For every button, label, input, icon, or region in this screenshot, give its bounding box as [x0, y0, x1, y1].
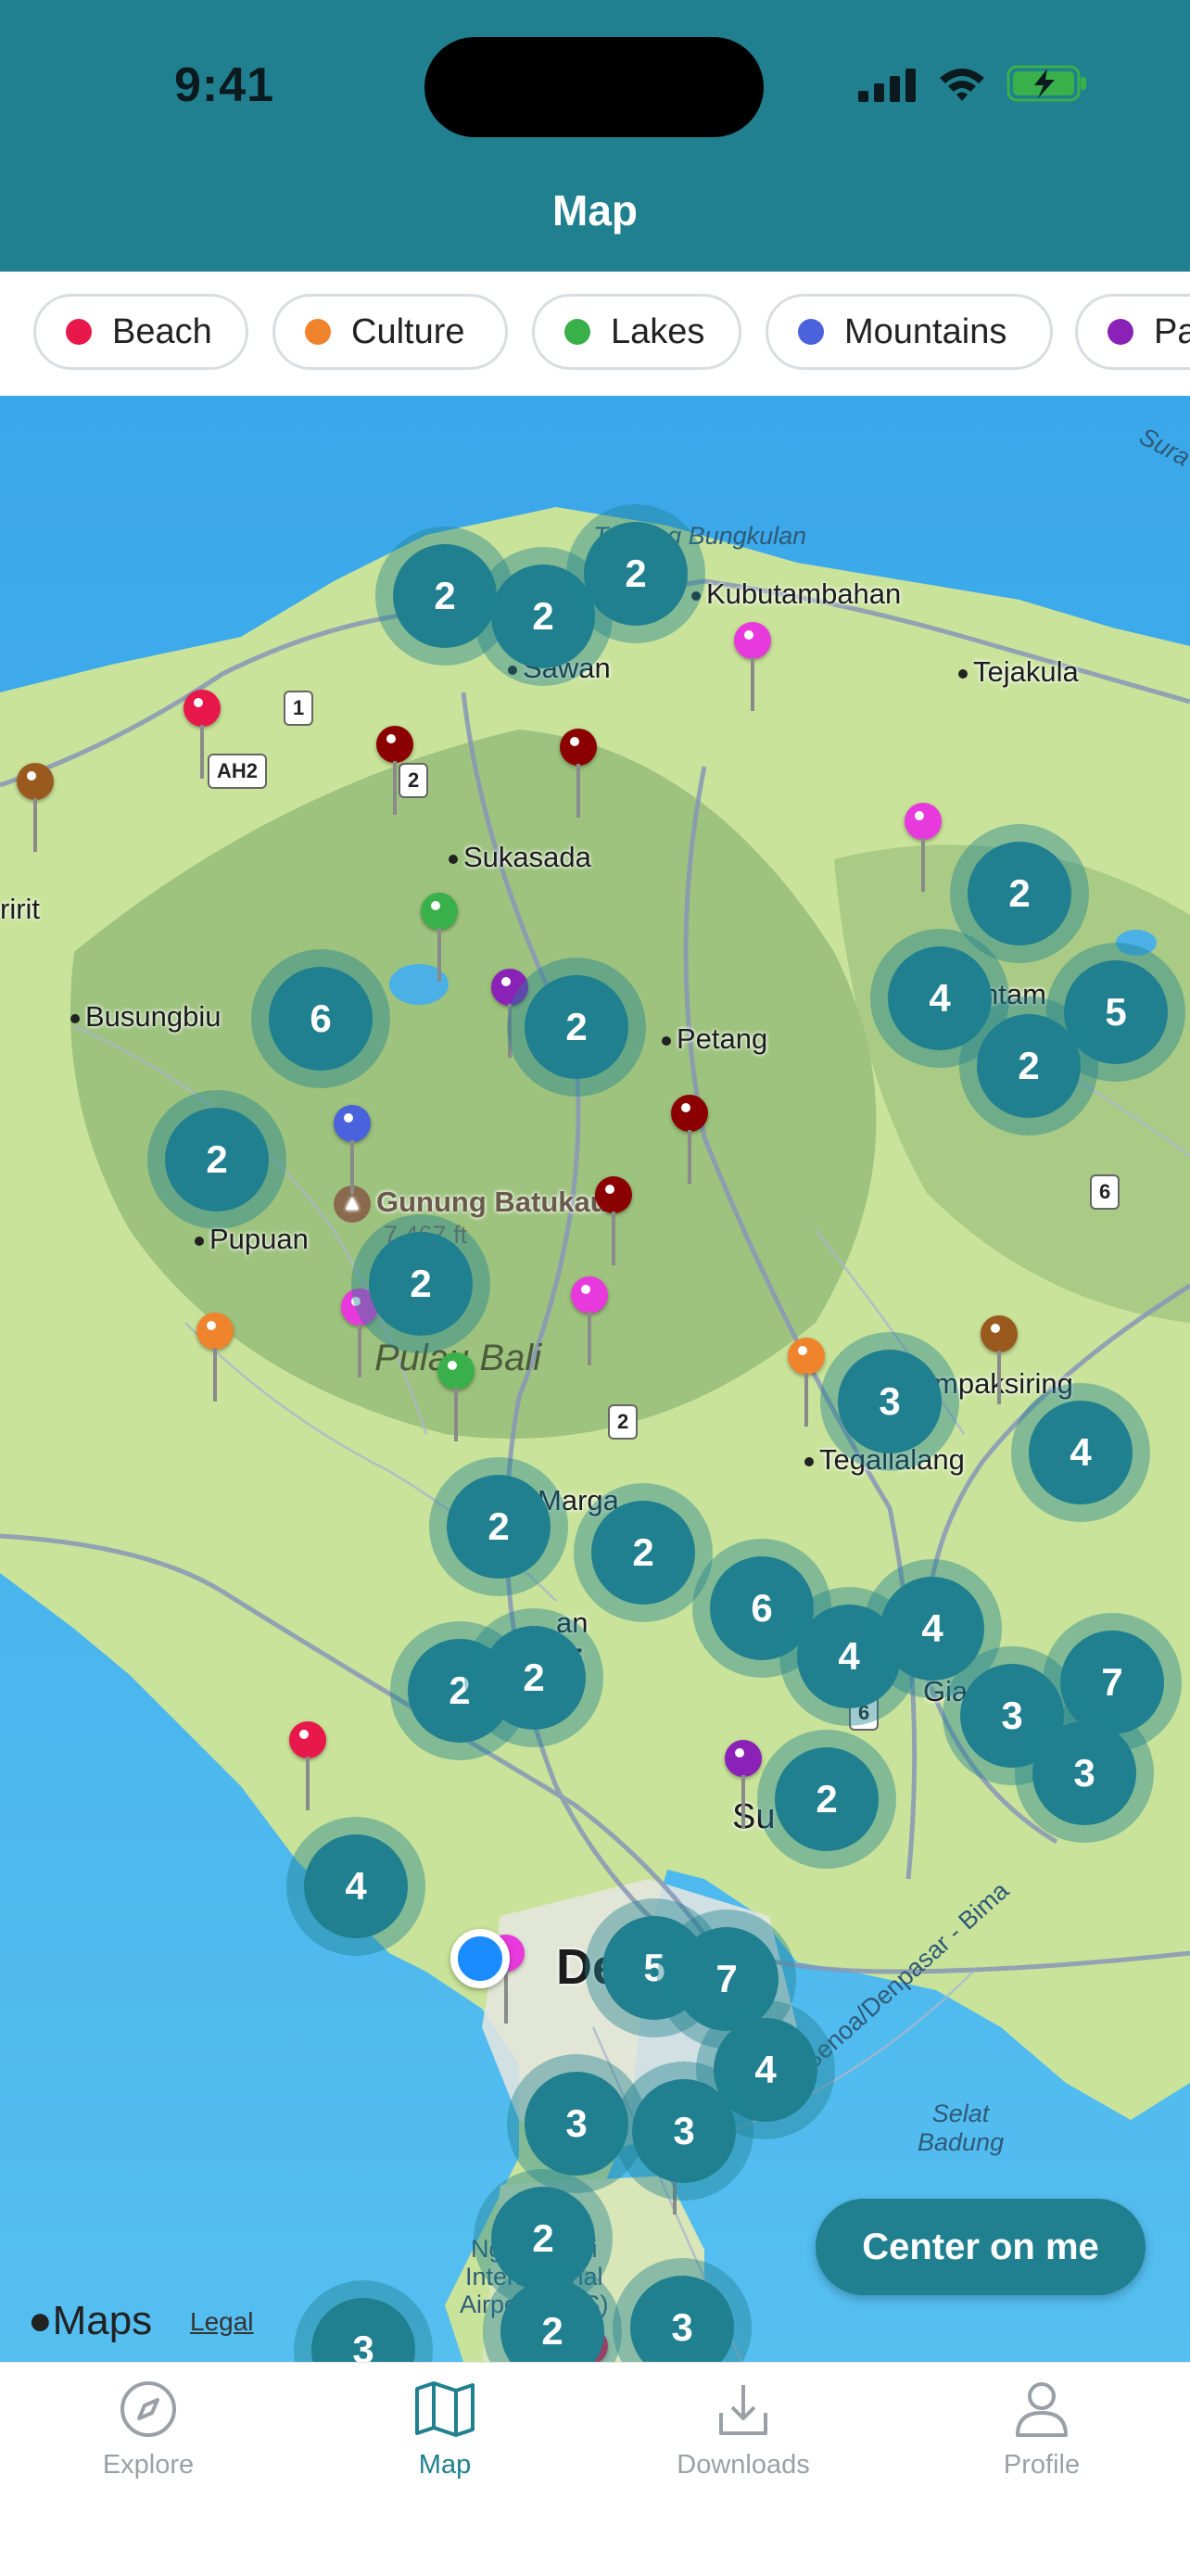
- tab-downloads[interactable]: Downloads: [651, 2379, 836, 2481]
- tab-bar: Explore Map Downloads Profile: [0, 2362, 1190, 2576]
- map-label: Sukasada: [449, 841, 591, 874]
- filter-chip-beach[interactable]: Beach: [33, 294, 248, 370]
- waterfall-pin[interactable]: [571, 1276, 608, 1369]
- legal-link[interactable]: Legal: [190, 2307, 254, 2337]
- filter-chip-culture[interactable]: Culture: [272, 294, 508, 370]
- map-icon: [415, 2381, 475, 2437]
- road-shield-6: 6: [1090, 1174, 1120, 1210]
- map-label: Petang: [662, 1022, 767, 1056]
- lake-pin[interactable]: [437, 1352, 475, 1445]
- tab-map[interactable]: Map: [352, 2379, 538, 2481]
- map-label: ririt: [0, 893, 41, 925]
- header: 9:41 Map: [0, 0, 1190, 272]
- temple-pin[interactable]: [376, 726, 413, 818]
- waterfall-pin[interactable]: [734, 622, 771, 715]
- status-icons: [858, 65, 1088, 102]
- map-cluster[interactable]: 2: [507, 958, 646, 1097]
- signal-icon: [858, 69, 916, 102]
- beach-pin[interactable]: [289, 1721, 326, 1814]
- tab-label: Explore: [102, 2450, 195, 2480]
- filter-chip-label: Culture: [351, 311, 465, 351]
- road-shield-1: 1: [284, 691, 314, 726]
- wifi-icon: [940, 69, 984, 101]
- map-cluster[interactable]: 6: [251, 949, 390, 1088]
- category-filter-bar: Beach Culture Lakes Mountains Pa: [0, 272, 1190, 396]
- temple-pin[interactable]: [595, 1176, 632, 1269]
- page-title: Map: [552, 186, 638, 235]
- tab-label: Map: [418, 2450, 472, 2480]
- map-cluster[interactable]: 3: [614, 2062, 753, 2201]
- tab-explore[interactable]: Explore: [56, 2379, 241, 2481]
- map-cluster[interactable]: 2: [429, 1457, 568, 1596]
- mountains-dot-icon: [798, 319, 824, 345]
- download-icon: [719, 2385, 767, 2435]
- filter-chip-parks[interactable]: Pa: [1075, 294, 1190, 370]
- map-view[interactable]: Tanjung Bungkulan Kubutambahan Sawan Tej…: [0, 396, 1190, 2362]
- tab-label: Profile: [1003, 2450, 1081, 2480]
- battery-charging-icon: [1006, 65, 1086, 102]
- mountain-pin[interactable]: [334, 1105, 371, 1198]
- map-cluster[interactable]: 2: [566, 504, 705, 643]
- filter-chip-mountains[interactable]: Mountains: [766, 294, 1053, 370]
- center-on-me-button[interactable]: Center on me: [816, 2199, 1146, 2295]
- current-location-dot: [450, 1929, 510, 1988]
- map-cluster[interactable]: 2: [351, 1214, 490, 1353]
- lakes-dot-icon: [564, 319, 590, 345]
- culture-pin[interactable]: [981, 1315, 1018, 1408]
- map-cluster[interactable]: 2: [464, 1608, 603, 1747]
- maps-attribution: ●Maps: [28, 2298, 153, 2343]
- culture-dot-icon: [305, 319, 331, 345]
- road-shield-2: 2: [608, 1404, 639, 1440]
- map-label: Busungbiu: [70, 1000, 222, 1034]
- lake-pin[interactable]: [421, 893, 458, 985]
- parks-dot-icon: [1108, 319, 1133, 345]
- apple-logo-icon: ●: [28, 2298, 53, 2343]
- temple-pin[interactable]: [560, 729, 597, 821]
- map-cluster[interactable]: 2: [757, 1730, 896, 1869]
- culture-pin[interactable]: [788, 1338, 825, 1430]
- waterfall-pin[interactable]: [905, 803, 942, 895]
- map-label-strait: Selat Badung: [918, 2100, 1005, 2156]
- map-cluster[interactable]: 4: [1011, 1383, 1150, 1522]
- culture-pin[interactable]: [17, 763, 54, 856]
- park-pin[interactable]: [725, 1740, 762, 1833]
- map-cluster[interactable]: 2: [959, 996, 1098, 1136]
- filter-chip-label: Pa: [1154, 311, 1190, 351]
- filter-chip-label: Lakes: [611, 311, 705, 351]
- person-icon: [1016, 2382, 1068, 2437]
- temple-pin[interactable]: [671, 1095, 708, 1187]
- filter-chip-label: Beach: [112, 311, 212, 351]
- beach-pin[interactable]: [184, 690, 221, 782]
- status-time: 9:41: [174, 58, 275, 112]
- compass-icon: [120, 2381, 176, 2437]
- map-label: Tejakula: [958, 655, 1079, 689]
- map-cluster[interactable]: 4: [286, 1817, 425, 1956]
- culture-pin[interactable]: [196, 1313, 234, 1405]
- map-label-gunung-batukau: ▲ Gunung Batukau: [334, 1186, 608, 1223]
- dynamic-island: [424, 37, 764, 137]
- tab-label: Downloads: [677, 2450, 810, 2480]
- tab-profile[interactable]: Profile: [949, 2379, 1134, 2481]
- map-label: Kubutambahan: [691, 577, 901, 611]
- filter-chip-lakes[interactable]: Lakes: [532, 294, 741, 370]
- filter-chip-label: Mountains: [844, 311, 1007, 351]
- map-cluster[interactable]: 3: [820, 1332, 959, 1471]
- map-cluster[interactable]: 2: [147, 1090, 286, 1229]
- map-cluster[interactable]: 3: [1015, 1704, 1154, 1843]
- beach-dot-icon: [66, 319, 92, 345]
